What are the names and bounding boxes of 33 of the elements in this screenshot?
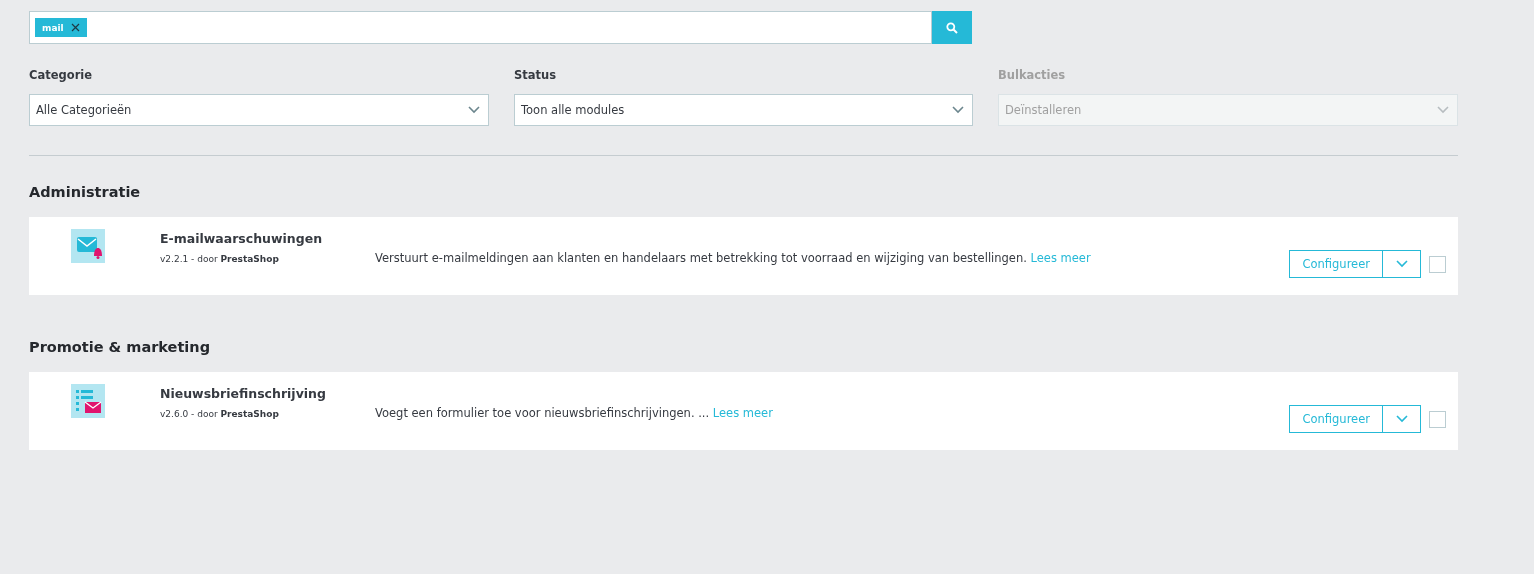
search-icon (946, 21, 958, 34)
checkbox[interactable] (1429, 255, 1446, 273)
filter-select[interactable]: Alle Categorieën (29, 94, 489, 126)
chevron-down-icon (952, 106, 964, 114)
module-description: Verstuurt e-mailmeldingen aan klanten en handelaars met betrekking tot voorraad en wijziging van bestellingen. Lees meer (375, 251, 1092, 265)
module-name: E-mailwaarschuwingen (160, 231, 324, 246)
read-more-link[interactable]: Lees meer (712, 406, 773, 420)
configure-button[interactable]: Configureer (1289, 405, 1383, 433)
filter-label: Categorie (29, 68, 94, 82)
configure-button[interactable]: Configureer (1289, 250, 1383, 278)
filter-tag[interactable]: mail (35, 18, 87, 37)
search-button[interactable] (932, 11, 972, 44)
filter-select[interactable]: Toon alle modules (514, 94, 973, 126)
list-envelope-icon (71, 384, 105, 418)
module-name: Nieuwsbriefinschrijving (160, 386, 327, 401)
section-title: Administratie (29, 184, 142, 200)
chevron-down-icon (468, 106, 480, 114)
read-more-link[interactable]: Lees meer (1030, 251, 1091, 265)
module-version: v2.2.1 - door PrestaShop (160, 254, 280, 264)
close-icon[interactable] (70, 23, 80, 32)
dropdown-button[interactable] (1383, 405, 1421, 433)
chevron-down-icon (1395, 415, 1408, 423)
search-field[interactable]: mail (29, 11, 932, 44)
dropdown-button[interactable] (1383, 250, 1421, 278)
envelope-bell-icon (71, 229, 105, 263)
checkbox[interactable] (1429, 410, 1446, 428)
chevron-down-icon (1395, 260, 1408, 268)
module-version: v2.6.0 - door PrestaShop (160, 409, 280, 419)
filter-label: Status (514, 68, 558, 82)
filter-label: Bulkacties (998, 68, 1067, 82)
section-title: Promotie & marketing (29, 339, 212, 355)
module-description: Voegt een formulier toe voor nieuwsbriefinschrijvingen. ... Lees meer (375, 406, 774, 420)
chevron-down-icon (1437, 106, 1449, 114)
